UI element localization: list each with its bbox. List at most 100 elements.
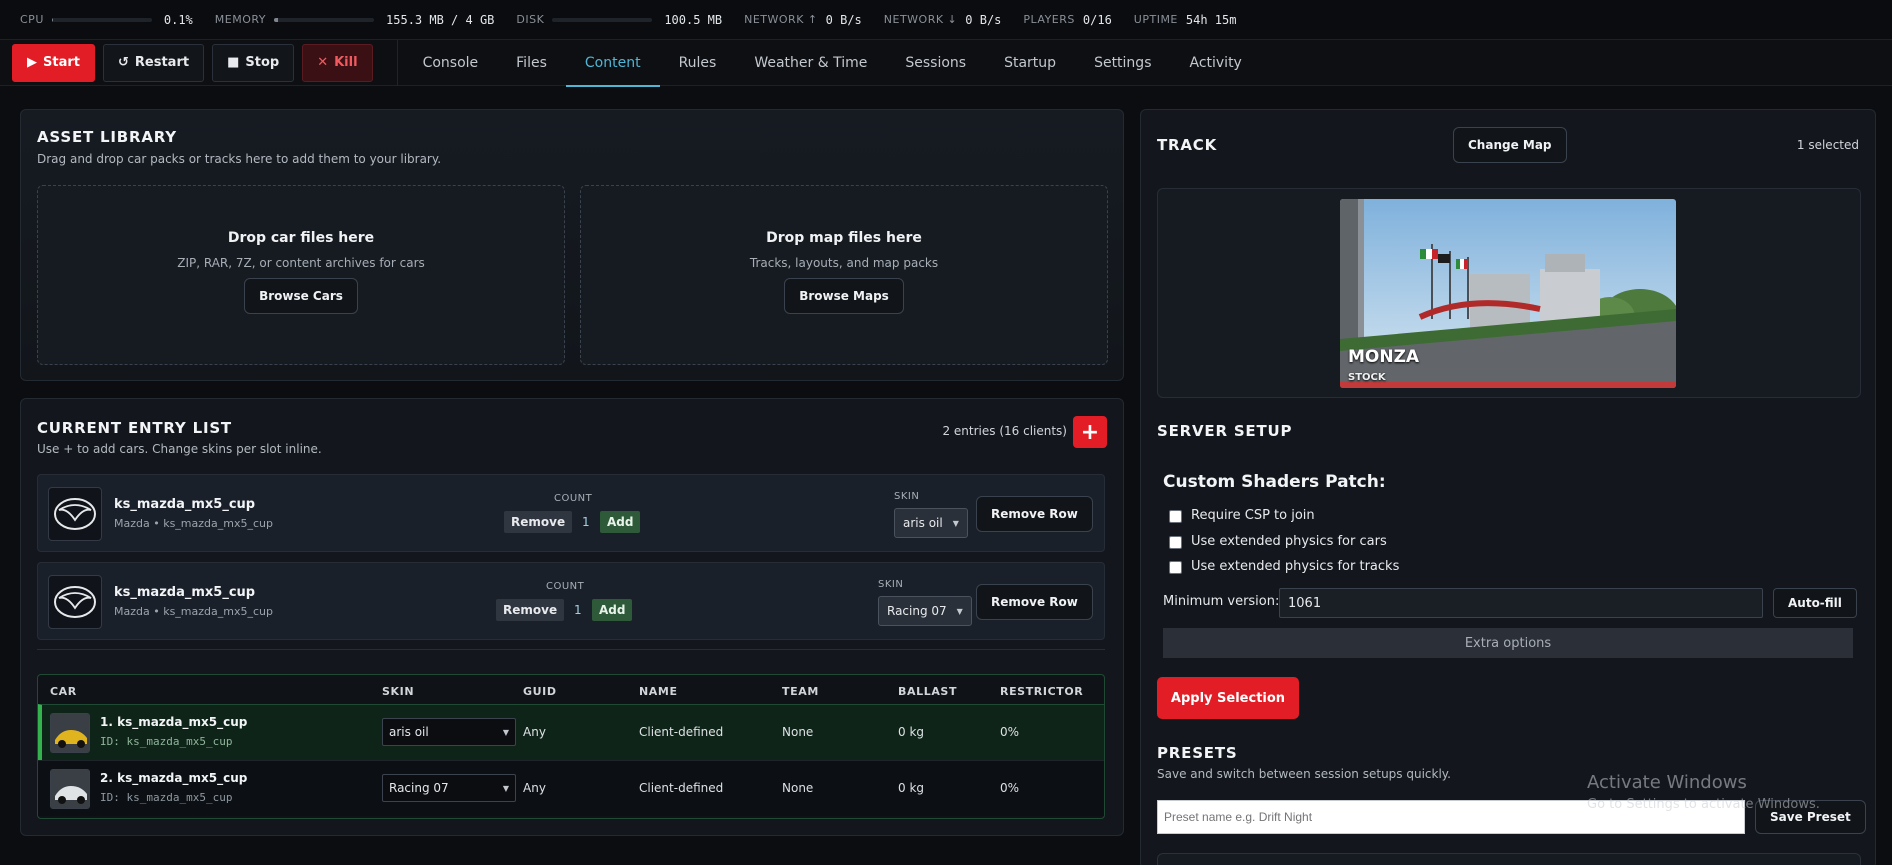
col-name: NAME: [639, 685, 678, 698]
remove-row-button[interactable]: Remove Row: [976, 496, 1093, 532]
count-label: COUNT: [546, 581, 585, 592]
col-car: CAR: [50, 685, 77, 698]
ext-physics-cars-checkbox[interactable]: [1169, 536, 1182, 549]
watermark-line1: Activate Windows: [1587, 772, 1747, 793]
presets-title: PRESETS: [1157, 744, 1238, 762]
entry-table: CAR SKIN GUID NAME TEAM BALLAST RESTRICT…: [37, 674, 1105, 819]
row-skin-select[interactable]: aris oil ▼: [382, 718, 516, 746]
entry-car-name: ks_mazda_mx5_cup: [114, 497, 256, 512]
restart-label: Restart: [134, 55, 190, 70]
row-skin-select[interactable]: Racing 07 ▼: [382, 774, 516, 802]
row-car-name: 1. ks_mazda_mx5_cup: [100, 715, 248, 729]
tab-content[interactable]: Content: [565, 40, 660, 87]
cpu-label: CPU: [20, 13, 44, 26]
remove-count-button[interactable]: Remove: [496, 599, 565, 621]
chevron-down-icon: ▼: [952, 518, 959, 528]
close-icon: ✕: [317, 55, 329, 70]
activate-windows-watermark: Activate Windows Go to Settings to activ…: [1587, 772, 1820, 812]
row-skin-value: aris oil: [389, 725, 429, 739]
extra-options-toggle[interactable]: Extra options: [1163, 628, 1853, 658]
memory-bar: [274, 17, 375, 22]
tab-console[interactable]: Console: [404, 40, 498, 86]
entry-count: 1: [582, 515, 590, 529]
car-drop-title: Drop car files here: [227, 230, 375, 246]
tab-startup[interactable]: Startup: [985, 40, 1075, 86]
disk-label: DISK: [516, 13, 545, 26]
row-ballast: 0 kg: [898, 781, 925, 795]
tab-files[interactable]: Files: [497, 40, 566, 86]
cpu-bar: [51, 17, 152, 22]
stop-button[interactable]: ■ Stop: [212, 43, 295, 82]
entry-summary: 2 entries (16 clients): [942, 424, 1067, 438]
start-button[interactable]: ▶ Start: [12, 43, 95, 82]
toolbar-divider: [396, 39, 398, 86]
browse-maps-button[interactable]: Browse Maps: [784, 278, 904, 314]
network-down-stat: NETWORK ↓ 0 B/s: [884, 13, 1002, 27]
row-restrictor: 0%: [1000, 725, 1020, 739]
memory-label: MEMORY: [214, 13, 267, 26]
tab-sessions[interactable]: Sessions: [886, 40, 985, 86]
kill-button[interactable]: ✕ Kill: [302, 43, 373, 82]
entry-row: ks_mazda_mx5_cup Mazda • ks_mazda_mx5_cu…: [37, 474, 1105, 552]
network-down-label: NETWORK ↓: [883, 13, 958, 26]
cpu-value: 0.1%: [163, 12, 193, 27]
col-guid: GUID: [523, 685, 557, 698]
skin-select[interactable]: aris oil ▼: [894, 508, 968, 538]
tab-activity[interactable]: Activity: [1170, 40, 1260, 86]
ext-physics-tracks-label: Use extended physics for tracks: [1191, 559, 1400, 574]
tab-rules[interactable]: Rules: [660, 40, 736, 86]
row-car-id: ID: ks_mazda_mx5_cup: [100, 735, 233, 748]
entry-list-subtitle: Use + to add cars. Change skins per slot…: [37, 442, 322, 456]
col-skin: SKIN: [382, 685, 415, 698]
status-bar: CPU 0.1% MEMORY 155.3 MB / 4 GB DISK 100…: [0, 0, 1892, 40]
track-selected-count: 1 selected: [1796, 138, 1859, 152]
tab-bar: Console Files Content Rules Weather & Ti…: [404, 40, 1261, 87]
start-label: Start: [43, 55, 80, 70]
stop-label: Stop: [245, 55, 280, 70]
auto-fill-button[interactable]: Auto-fill: [1773, 588, 1857, 618]
remove-row-button[interactable]: Remove Row: [976, 584, 1093, 620]
change-map-button[interactable]: Change Map: [1453, 127, 1567, 163]
track-name: MONZA: [1348, 347, 1420, 367]
min-version-input[interactable]: 1061: [1279, 588, 1763, 618]
browse-cars-button[interactable]: Browse Cars: [244, 278, 358, 314]
skin-select[interactable]: Racing 07 ▼: [878, 596, 972, 626]
ext-physics-cars-label: Use extended physics for cars: [1191, 534, 1387, 549]
tab-settings[interactable]: Settings: [1075, 40, 1170, 86]
entry-car-sub: Mazda • ks_mazda_mx5_cup: [114, 605, 273, 618]
skin-value: Racing 07: [887, 604, 947, 618]
map-drop-title: Drop map files here: [766, 230, 922, 246]
require-csp-label: Require CSP to join: [1191, 508, 1315, 523]
uptime-value: 54h 15m: [1185, 12, 1237, 27]
cpu-stat: CPU 0.1%: [20, 13, 193, 27]
col-ballast: BALLAST: [898, 685, 958, 698]
players-stat: PLAYERS 0/16: [1023, 13, 1111, 27]
disk-stat: DISK 100.5 MB: [516, 13, 722, 27]
add-count-button[interactable]: Add: [592, 599, 633, 621]
add-entry-button[interactable]: +: [1073, 416, 1107, 448]
toolbar: ▶ Start ↺ Restart ■ Stop ✕ Kill Console …: [0, 39, 1892, 87]
row-car-name: 2. ks_mazda_mx5_cup: [100, 771, 248, 785]
remove-count-button[interactable]: Remove: [504, 511, 573, 533]
car-drop-zone[interactable]: Drop car files here ZIP, RAR, 7Z, or con…: [37, 185, 565, 365]
row-ballast: 0 kg: [898, 725, 925, 739]
asset-library-title: ASSET LIBRARY: [37, 128, 177, 146]
skin-label: SKIN: [878, 579, 904, 590]
track-image[interactable]: MONZA STOCK: [1340, 199, 1676, 388]
add-count-button[interactable]: Add: [600, 511, 641, 533]
track-panel: TRACK Change Map 1 selected MONZA STOCK …: [1140, 109, 1876, 865]
apply-selection-button[interactable]: Apply Selection: [1157, 677, 1299, 719]
table-row[interactable]: 1. ks_mazda_mx5_cup ID: ks_mazda_mx5_cup…: [38, 704, 1104, 760]
row-restrictor: 0%: [1000, 781, 1020, 795]
skin-value: aris oil: [903, 516, 943, 530]
table-row[interactable]: 2. ks_mazda_mx5_cup ID: ks_mazda_mx5_cup…: [38, 760, 1104, 816]
ext-physics-tracks-checkbox[interactable]: [1169, 561, 1182, 574]
map-drop-zone[interactable]: Drop map files here Tracks, layouts, and…: [580, 185, 1108, 365]
skin-label: SKIN: [894, 491, 920, 502]
restart-button[interactable]: ↺ Restart: [102, 43, 205, 82]
car-thumbnail: [50, 769, 90, 809]
chevron-down-icon: ▼: [502, 727, 509, 737]
tab-weather-time[interactable]: Weather & Time: [735, 40, 886, 86]
apply-selection-label: Apply Selection: [1170, 690, 1286, 706]
require-csp-checkbox[interactable]: [1169, 510, 1182, 523]
